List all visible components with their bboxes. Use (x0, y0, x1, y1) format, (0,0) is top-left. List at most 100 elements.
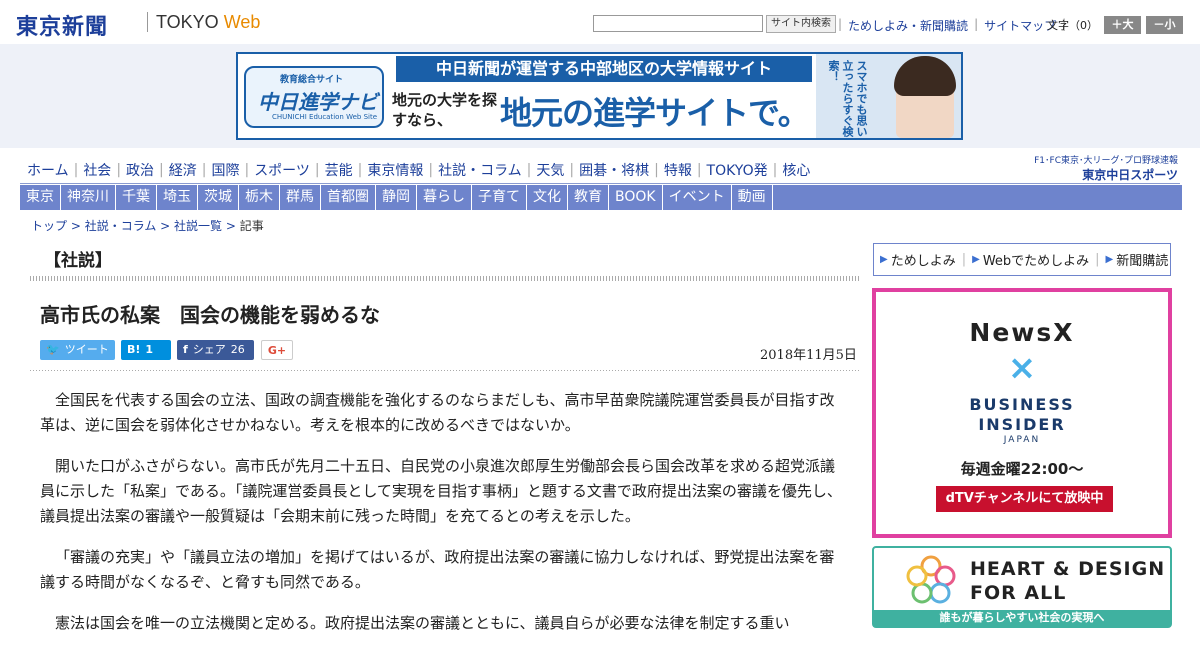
ad-logo-title: 中日進学ナビ (258, 90, 378, 114)
chevron-right-icon: ▶ (972, 254, 980, 265)
regional-nav: 東京 神奈川 千葉 埼玉 茨城 栃木 群馬 首都圏 静岡 暮らし 子育て 文化 教育 BOOK イベント 動画 (20, 185, 1182, 210)
article-paragraph: 全国民を代表する国会の立法、国政の調査機能を強化するのならまだしも、高市早苗衆院… (40, 391, 835, 434)
breadcrumb-sep: > (156, 219, 175, 233)
site-header: 東京新聞 TOKYO Web サイト内検索 | ためしよみ・新聞購読 | サイト… (0, 0, 1200, 44)
site-search-input[interactable] (593, 15, 763, 32)
sidebar-link-web-trial[interactable]: Webでためしよみ (983, 250, 1089, 269)
bi-line1: BUSINESS (969, 395, 1075, 414)
ad-logo-tagline: 教育総合サイト (280, 75, 344, 85)
bi-line2: INSIDER (978, 415, 1066, 434)
hatena-count: 1 (145, 343, 154, 356)
header-links: | ためしよみ・新聞購読 | サイトマップ | (838, 17, 1066, 34)
facebook-share-label: シェア (192, 343, 226, 356)
breadcrumb-editorial[interactable]: 社説・コラム (85, 219, 157, 233)
twitter-icon: 🐦 (46, 343, 60, 356)
nav-item[interactable]: 政治 (121, 160, 159, 180)
regional-nav-item[interactable]: 埼玉 (157, 185, 198, 210)
regional-nav-item[interactable]: 東京 (20, 185, 61, 210)
regional-nav-item[interactable]: 神奈川 (61, 185, 116, 210)
sports-link-title: 東京中日スポーツ (1082, 168, 1178, 182)
nav-item[interactable]: 囲碁・将棋 (574, 160, 654, 180)
subscribe-link[interactable]: ためしよみ・新聞購読 (848, 17, 968, 34)
link-separator: | (838, 17, 843, 31)
regional-nav-item[interactable]: 茨城 (198, 185, 239, 210)
facebook-icon: f (183, 343, 188, 356)
regional-nav-item[interactable]: 静岡 (376, 185, 417, 210)
breadcrumb-sep: > (67, 219, 85, 233)
breadcrumb-top[interactable]: トップ (31, 219, 67, 233)
ad-person-hair (894, 56, 956, 96)
article-headline: 高市氏の私案 国会の機能を弱めるな (40, 303, 380, 327)
nav-item[interactable]: 特報 (659, 160, 697, 180)
regional-nav-item[interactable]: 暮らし (417, 185, 472, 210)
tokyo-web-logo[interactable]: TOKYO Web (156, 12, 260, 33)
hatena-icon: B! (127, 343, 141, 356)
sidebar-link-trial[interactable]: ためしよみ (891, 250, 956, 269)
section-divider (30, 276, 860, 281)
google-plus-button[interactable]: G+ (261, 340, 293, 360)
font-size-label: 文字（0） (1047, 19, 1098, 32)
regional-nav-item[interactable]: 群馬 (280, 185, 321, 210)
ad-logo: 教育総合サイト 中日進学ナビ CHUNICHI Education Web Si… (244, 66, 384, 128)
article-paragraph: 開いた口がふさがらない。高市氏が先月二十五日、自民党の小泉進次郎厚生労働部会長ら… (40, 457, 842, 525)
regional-nav-item[interactable]: 首都圏 (321, 185, 376, 210)
regional-nav-item[interactable]: 文化 (527, 185, 568, 210)
ad-newsx-business-insider[interactable]: NewsX × BUSINESS INSIDER JAPAN 毎週金曜22:00～… (872, 288, 1172, 538)
nav-item[interactable]: スポーツ (249, 160, 315, 180)
nav-item[interactable]: 経済 (164, 160, 202, 180)
ad-left-text: 地元の大学を探すなら、 (392, 91, 498, 129)
site-search-button[interactable]: サイト内検索 (766, 15, 836, 33)
nav-item[interactable]: ホーム (22, 160, 74, 180)
article-body: 全国民を代表する国会の立法、国政の調査機能を強化するのならまだしも、高市早苗衆院… (40, 388, 845, 652)
heart-title-line2: FOR ALL (970, 582, 1067, 604)
facebook-share-button[interactable]: f シェア 26 (177, 340, 254, 360)
link-separator: | (1095, 252, 1100, 267)
nav-item[interactable]: 国際 (206, 160, 244, 180)
font-larger-button[interactable]: ＋大 (1104, 16, 1141, 34)
bi-japan: JAPAN (1003, 435, 1041, 445)
tokyo-chunichi-sports-link[interactable]: F1･FC東京･大リーグ･プロ野球速報 東京中日スポーツ (1026, 153, 1178, 183)
ad-heart-design[interactable]: HEART & DESIGN FOR ALL 誰もが暮らしやすい社会の実現へ (872, 546, 1172, 628)
link-separator: | (961, 252, 967, 267)
nav-item[interactable]: 天気 (531, 160, 569, 180)
nav-item[interactable]: 社会 (78, 160, 116, 180)
ad-banner-chunichi[interactable]: 教育総合サイト 中日進学ナビ CHUNICHI Education Web Si… (236, 52, 963, 140)
nav-item[interactable]: 核心 (777, 160, 815, 180)
cross-icon: × (1007, 348, 1037, 388)
logo-divider (147, 12, 148, 32)
nav-item[interactable]: 芸能 (320, 160, 358, 180)
ad-logo-sub: CHUNICHI Education Web Site (272, 113, 378, 121)
main-nav: ホーム | 社会 | 政治 | 経済 | 国際 | スポーツ | 芸能 | 東京情報 | 社説・コラム | 天気 | 囲… (22, 158, 815, 182)
flower-logo-icon (906, 555, 956, 604)
sitemap-link[interactable]: サイトマップ (984, 17, 1056, 34)
regional-nav-item[interactable]: イベント (663, 185, 732, 210)
sports-link-subtext: F1･FC東京･大リーグ･プロ野球速報 (1034, 156, 1178, 166)
regional-nav-item[interactable]: 動画 (732, 185, 773, 210)
sidebar-link-subscribe[interactable]: 新聞購読 (1116, 250, 1168, 269)
logo-tokyo-text: TOKYO (156, 12, 219, 32)
tweet-button[interactable]: 🐦 ツイート (40, 340, 115, 360)
site-logo[interactable]: 東京新聞 (16, 9, 108, 41)
breadcrumb-list[interactable]: 社説一覧 (174, 219, 222, 233)
tweet-label: ツイート (64, 343, 109, 356)
heart-tagline: 誰もが暮らしやすい社会の実現へ (874, 610, 1170, 626)
chevron-right-icon: ▶ (1105, 254, 1114, 265)
nav-item[interactable]: TOKYO発 (702, 160, 773, 180)
regional-nav-item[interactable]: 教育 (568, 185, 609, 210)
breadcrumb: トップ > 社説・コラム > 社説一覧 > 記事 (31, 217, 264, 234)
nav-divider (20, 183, 1180, 184)
nav-item[interactable]: 社説・コラム (433, 160, 527, 180)
ad-schedule: 毎週金曜22:00～ (960, 460, 1084, 478)
regional-nav-item[interactable]: 千葉 (116, 185, 157, 210)
font-smaller-button[interactable]: －小 (1146, 16, 1183, 34)
nav-item[interactable]: 東京情報 (362, 160, 428, 180)
regional-nav-item[interactable]: BOOK (609, 185, 663, 210)
link-separator: | (974, 17, 979, 31)
logo-web-text: Web (223, 12, 261, 32)
section-label: 【社説】 (44, 251, 112, 271)
regional-nav-item[interactable]: 子育て (472, 185, 527, 210)
google-plus-icon: G+ (267, 344, 287, 357)
hatena-bookmark-button[interactable]: B! 1 (121, 340, 171, 360)
regional-nav-item[interactable]: 栃木 (239, 185, 280, 210)
article-date: 2018年11月5日 (760, 348, 857, 363)
